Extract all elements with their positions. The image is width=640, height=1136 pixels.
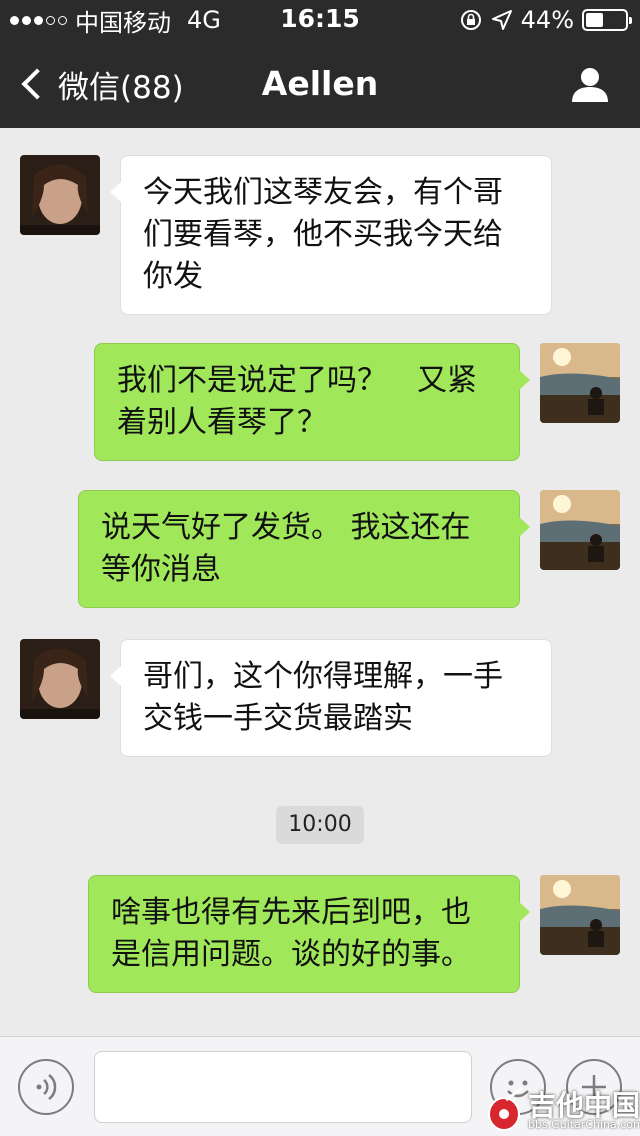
message-bubble-outgoing[interactable]: 我们不是说定了吗？ 又紧着别人看琴了？ bbox=[94, 343, 530, 461]
message-text: 说天气好了发货。 我这还在等你消息 bbox=[101, 510, 471, 587]
message-bubble-incoming[interactable]: 今天我们这琴友会，有个哥们要看琴，他不买我今天给你发 bbox=[110, 155, 552, 315]
location-arrow-icon bbox=[491, 10, 512, 30]
orientation-lock-icon bbox=[460, 10, 481, 30]
message-text: 啥事也得有先来后到吧，也是信用问题。谈的好的事。 bbox=[111, 895, 471, 972]
watermark-url: bbs.GuitarChina.com bbox=[528, 1118, 640, 1131]
message-timestamp: 10:00 bbox=[0, 806, 640, 844]
message-text: 哥们，这个你得理解，一手交钱一手交货最踏实 bbox=[143, 659, 503, 736]
chat-header: 微信(88) Aellen bbox=[0, 40, 640, 128]
my-avatar[interactable] bbox=[540, 490, 620, 570]
contact-avatar[interactable] bbox=[20, 639, 100, 719]
battery-icon bbox=[582, 9, 632, 31]
message-bubble-outgoing[interactable]: 啥事也得有先来后到吧，也是信用问题。谈的好的事。 bbox=[88, 875, 530, 993]
contact-avatar[interactable] bbox=[20, 155, 100, 235]
message-bubble-outgoing[interactable]: 说天气好了发货。 我这还在等你消息 bbox=[78, 490, 530, 608]
my-avatar[interactable] bbox=[540, 875, 620, 955]
site-watermark: 吉他中国 bbs.GuitarChina.com bbox=[484, 1084, 640, 1136]
status-bar: 中国移动 4G 16:15 44% bbox=[0, 0, 640, 40]
timestamp-label: 10:00 bbox=[276, 806, 364, 844]
voice-input-button[interactable] bbox=[18, 1059, 74, 1115]
message-text: 今天我们这琴友会，有个哥们要看琴，他不买我今天给你发 bbox=[143, 175, 503, 294]
guitar-logo-icon bbox=[488, 1086, 523, 1131]
contact-profile-icon[interactable] bbox=[570, 64, 610, 104]
message-list[interactable]: 今天我们这琴友会，有个哥们要看琴，他不买我今天给你发 我们不是说定了吗？ 又紧着… bbox=[0, 128, 640, 1036]
battery-percent: 44% bbox=[520, 6, 574, 34]
message-text: 我们不是说定了吗？ 又紧着别人看琴了？ bbox=[117, 363, 477, 440]
my-avatar[interactable] bbox=[540, 343, 620, 423]
voice-icon bbox=[36, 1074, 57, 1100]
message-input[interactable] bbox=[94, 1051, 472, 1123]
message-bubble-incoming[interactable]: 哥们，这个你得理解，一手交钱一手交货最踏实 bbox=[110, 639, 552, 757]
chat-title: Aellen bbox=[261, 64, 379, 103]
